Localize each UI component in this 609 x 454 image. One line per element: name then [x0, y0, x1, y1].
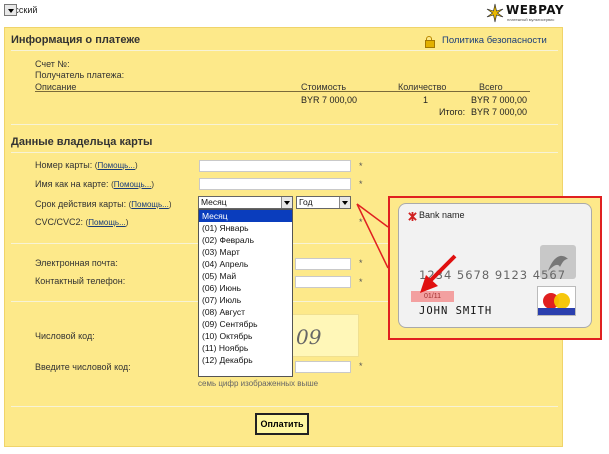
card-bank-name: Bank name — [419, 210, 465, 220]
divider — [11, 50, 558, 51]
captcha-hint: семь цифр изображенных выше — [198, 379, 319, 388]
captcha-text: 09 — [296, 325, 322, 349]
card-name-help-link[interactable]: Помощь... — [114, 180, 152, 189]
month-option[interactable]: (10) Октябрь — [199, 330, 292, 342]
recipient-label: Получатель платежа: — [35, 70, 125, 80]
card-number-help-link[interactable]: Помощь... — [97, 161, 135, 170]
month-option[interactable]: (01) Январь — [199, 222, 292, 234]
numeric-code-label: Числовой код: — [35, 331, 95, 341]
month-option[interactable]: (03) Март — [199, 246, 292, 258]
expiry-help-link[interactable]: Помощь... — [131, 200, 169, 209]
numeric-code-input[interactable] — [295, 361, 351, 373]
required-mark: * — [359, 258, 363, 268]
privacy-policy-label: Политика безопасности — [442, 35, 547, 46]
card-number-input[interactable] — [199, 160, 351, 172]
expiry-pointer-arrow-icon — [420, 254, 457, 293]
required-mark: * — [359, 217, 363, 227]
pay-button[interactable]: Оплатить — [255, 413, 309, 435]
month-option[interactable]: (12) Декабрь — [199, 354, 292, 366]
logo-tagline: платежный мультисервис — [507, 17, 555, 22]
month-option[interactable]: (08) Август — [199, 306, 292, 318]
month-option[interactable]: (02) Февраль — [199, 234, 292, 246]
phone-label: Контактный телефон: — [35, 276, 126, 286]
enter-code-label: Введите числовой код: — [35, 362, 131, 372]
language-select[interactable]: Русский — [4, 3, 37, 16]
divider — [11, 406, 558, 407]
payment-info-title: Информация о платеже — [11, 34, 141, 46]
month-option[interactable]: (07) Июль — [199, 294, 292, 306]
month-select-value: Месяц — [201, 197, 227, 207]
mastercard-logo-icon — [537, 286, 576, 316]
divider — [11, 124, 558, 125]
grand-total-label: Итого: — [439, 107, 466, 117]
cvc-label: CVC/CVC2: (Помощь...) — [35, 217, 129, 227]
row-total: BYR 7 000,00 — [471, 95, 528, 105]
month-option[interactable]: Месяц — [199, 210, 292, 222]
lock-icon — [425, 35, 435, 48]
divider — [11, 152, 558, 153]
email-label: Электронная почта: — [35, 258, 118, 268]
expiry-label: Срок действия карты: (Помощь...) — [35, 199, 172, 209]
logo-brand: WEBPAY — [506, 3, 565, 17]
month-dropdown-list[interactable]: Месяц (01) Январь (02) Февраль (03) Март… — [198, 209, 293, 377]
month-option[interactable]: (05) Май — [199, 270, 292, 282]
privacy-policy-link[interactable]: Политика безопасности — [425, 35, 547, 48]
required-mark: * — [359, 179, 363, 189]
chevron-down-icon[interactable] — [339, 197, 350, 208]
required-mark: * — [359, 361, 363, 371]
year-select[interactable]: Год — [296, 196, 351, 209]
row-price: BYR 7 000,00 — [301, 95, 358, 105]
required-mark: * — [359, 161, 363, 171]
phone-input[interactable] — [295, 276, 351, 288]
chevron-down-icon[interactable] — [4, 3, 17, 16]
card-number-label: Номер карты: (Помощь...) — [35, 160, 138, 170]
month-option[interactable]: (11) Ноябрь — [199, 342, 292, 354]
invoice-label: Счет №: — [35, 59, 70, 69]
webpay-star-icon — [486, 3, 504, 23]
card-name-input[interactable] — [199, 178, 351, 190]
cvc-help-link[interactable]: Помощь... — [88, 218, 126, 227]
cardholder-title: Данные владельца карты — [11, 136, 153, 148]
required-mark: * — [359, 277, 363, 287]
webpay-logo: WEBPAY платежный мультисервис — [484, 3, 564, 23]
month-option[interactable]: (04) Апрель — [199, 258, 292, 270]
month-option[interactable]: (06) Июнь — [199, 282, 292, 294]
row-quantity: 1 — [423, 95, 429, 105]
month-select[interactable]: Месяц — [198, 196, 293, 209]
email-input[interactable] — [295, 258, 351, 270]
chevron-down-icon[interactable] — [281, 197, 292, 208]
year-select-value: Год — [299, 197, 313, 207]
table-header-underline — [35, 91, 530, 92]
grand-total-value: BYR 7 000,00 — [471, 107, 528, 117]
card-name-label: Имя как на карте: (Помощь...) — [35, 179, 154, 189]
month-option[interactable]: (09) Сентябрь — [199, 318, 292, 330]
bank-logo-icon — [408, 212, 417, 221]
